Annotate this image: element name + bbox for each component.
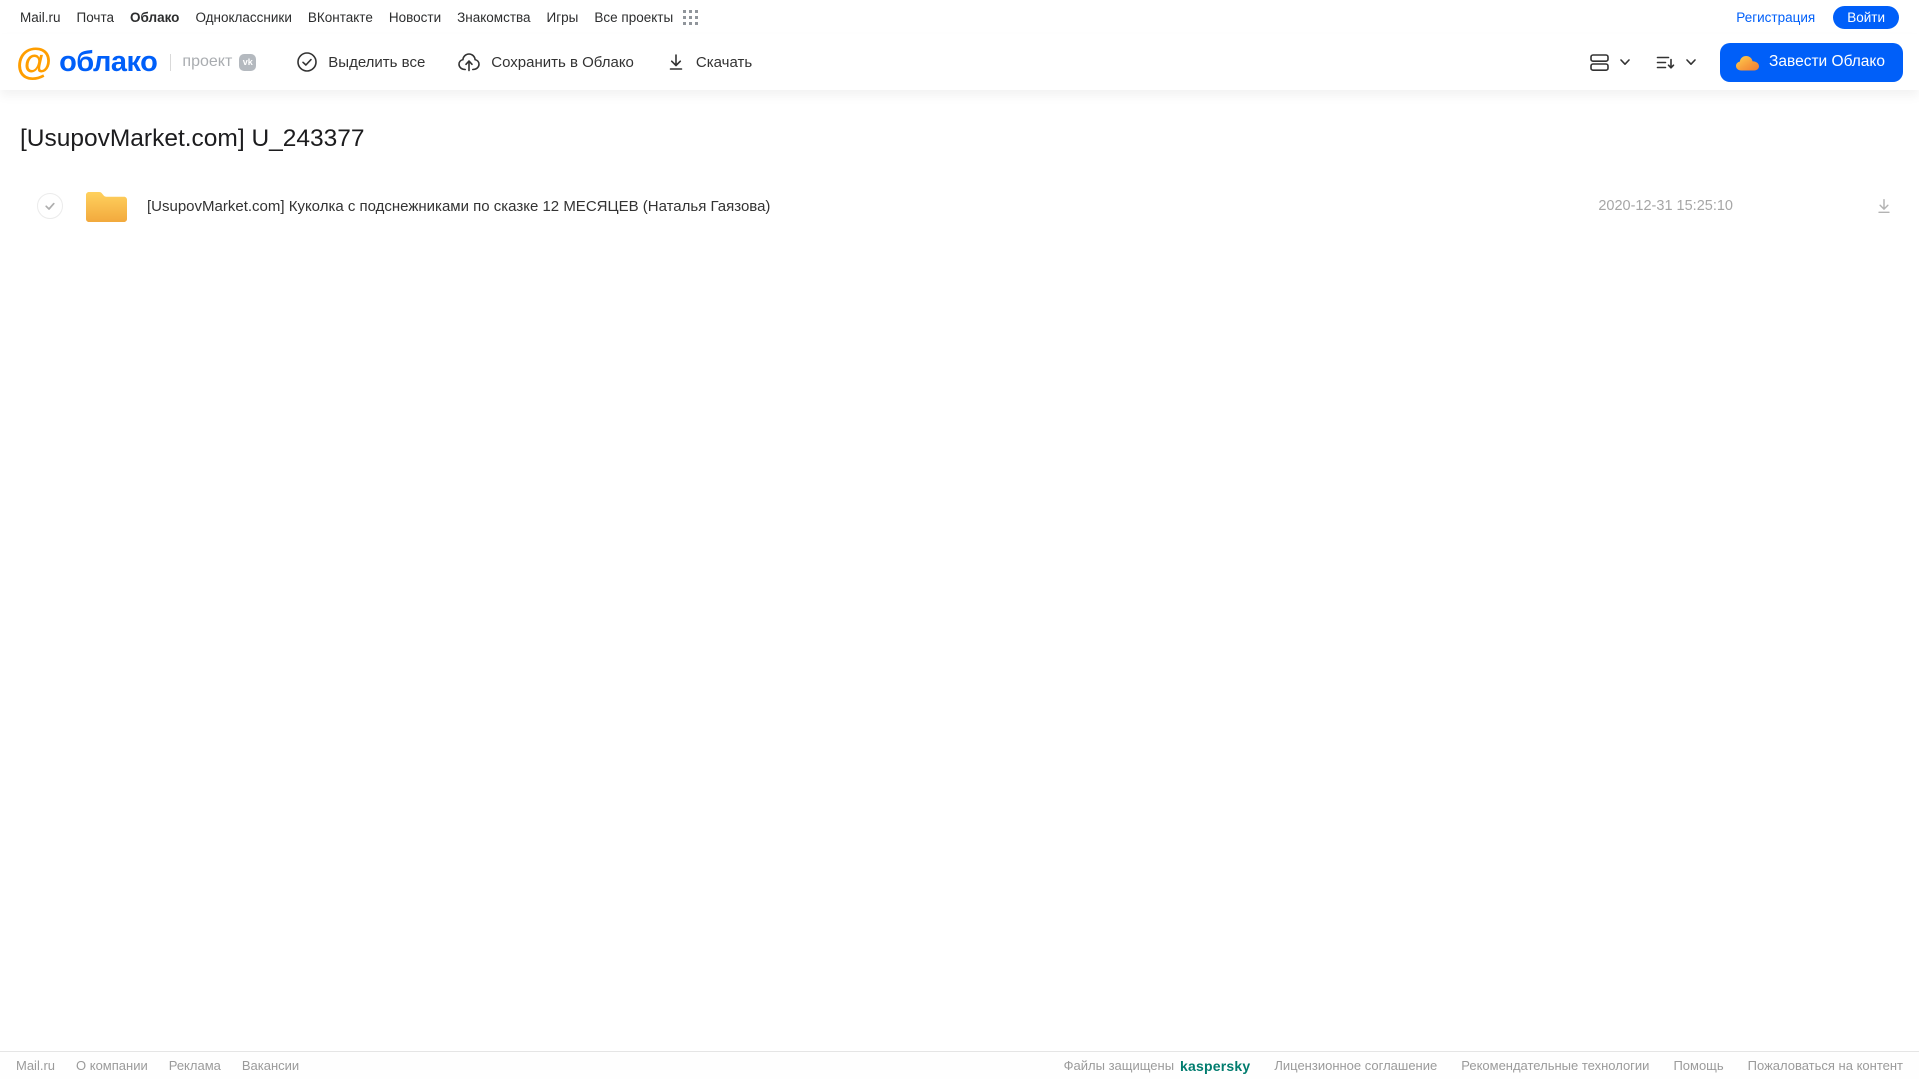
view-mode-selector[interactable] [1588,51,1632,74]
create-cloud-button[interactable]: Завести Облако [1720,42,1903,82]
page-title: [UsupovMarket.com] U_243377 [20,125,365,152]
footer-recommendations-link[interactable]: Рекомендательные технологии [1461,1058,1649,1073]
pnav-all-projects[interactable]: Все проекты [594,10,673,25]
chevron-down-icon [1618,55,1632,69]
cloud-upload-icon [457,51,481,73]
download-label: Скачать [695,53,753,71]
project-label: проект [182,53,233,70]
header-right-controls: Завести Облако [1588,42,1903,82]
footer-about-link[interactable]: О компании [76,1058,148,1073]
select-all-button[interactable]: Выделить все [296,51,425,73]
check-circle-icon [296,51,318,73]
save-to-cloud-label: Сохранить в Облако [491,53,634,71]
pnav-novosti[interactable]: Новости [389,10,441,25]
pnav-pochta[interactable]: Почта [77,10,115,25]
list-view-icon [1588,51,1611,74]
row-download-icon[interactable] [1875,197,1893,215]
footer-mailru-link[interactable]: Mail.ru [16,1058,55,1073]
kaspersky-logo: kaspersky [1180,1057,1251,1074]
pnav-znakomstva[interactable]: Знакомства [457,10,530,25]
download-button[interactable]: Скачать [666,52,752,72]
file-date: 2020-12-31 15:25:10 [1598,198,1733,214]
create-cloud-label: Завести Облако [1769,53,1885,70]
files-protected-label: Файлы защищены [1063,1058,1175,1073]
cloud-icon [1735,53,1760,72]
pnav-mailru[interactable]: Mail.ru [20,10,61,25]
footer-license-link[interactable]: Лицензионное соглашение [1274,1058,1437,1073]
pnav-odnoklassniki[interactable]: Одноклассники [195,10,291,25]
pnav-igry[interactable]: Игры [547,10,579,25]
registration-link[interactable]: Регистрация [1736,10,1815,25]
main-content: [UsupovMarket.com] U_243377 [UsupovMarke… [0,125,1919,228]
sort-selector[interactable] [1654,51,1698,74]
all-projects-grid-icon[interactable] [683,9,699,25]
footer-jobs-link[interactable]: Вакансии [242,1058,299,1073]
save-to-cloud-button[interactable]: Сохранить в Облако [457,51,634,73]
pnav-oblako[interactable]: Облако [130,10,179,25]
toolbar-actions: Выделить все Сохранить в Облако Скачать [296,51,784,73]
folder-icon[interactable] [84,187,129,226]
vk-badge-icon: vk [239,53,257,71]
cloud-logo-text: облако [59,45,158,78]
header-toolbar: @ облако проект vk Выделить все Сохранит… [0,34,1919,90]
check-icon [45,202,55,210]
footer-help-link[interactable]: Помощь [1673,1058,1723,1073]
logo-divider [170,53,172,71]
footer-report-link[interactable]: Пожаловаться на контент [1748,1058,1903,1073]
select-all-label: Выделить все [328,53,426,71]
footer-ads-link[interactable]: Реклама [169,1058,221,1073]
page: Mail.ru Почта Облако Одноклассники ВКонт… [0,0,1919,1079]
file-row[interactable]: [UsupovMarket.com] Куколка с подснежника… [20,184,1893,228]
footer: Mail.ru О компании Реклама Вакансии Файл… [0,1051,1919,1079]
pnav-vkontakte[interactable]: ВКонтакте [308,10,373,25]
login-button[interactable]: Войти [1833,5,1899,29]
sort-icon [1654,51,1677,74]
mailru-at-icon: @ [16,41,53,82]
portal-nav: Mail.ru Почта Облако Одноклассники ВКонт… [0,0,1919,34]
row-checkbox[interactable] [37,193,63,219]
cloud-logo[interactable]: @ облако проект vk [16,41,257,82]
download-icon [666,52,686,72]
chevron-down-icon [1684,55,1698,69]
file-name-link[interactable]: [UsupovMarket.com] Куколка с подснежника… [147,198,770,215]
